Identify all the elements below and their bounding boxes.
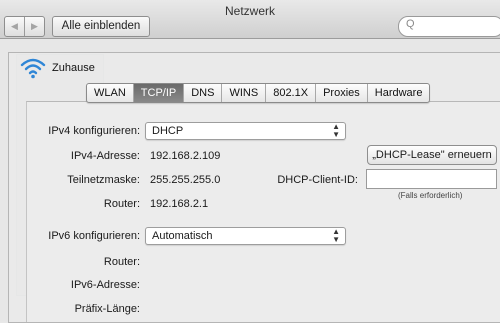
subnet-mask-label: Teilnetzmaske: xyxy=(67,174,140,186)
show-all-button[interactable]: Alle einblenden xyxy=(52,16,150,37)
wifi-icon xyxy=(20,58,46,79)
search-icon: Q xyxy=(406,18,415,30)
nav-back-forward: ◀ ▶ xyxy=(4,16,45,37)
dhcp-client-id-hint: (Falls erforderlich) xyxy=(398,191,463,200)
tab-wlan[interactable]: WLAN xyxy=(87,84,133,102)
tab-proxies[interactable]: Proxies xyxy=(315,84,367,102)
popup-arrows-icon: ▲ ▼ xyxy=(332,122,340,139)
ipv6-router-label: Router: xyxy=(103,256,140,268)
tab-wins[interactable]: WINS xyxy=(221,84,265,102)
network-name: Zuhause xyxy=(52,62,95,74)
ipv4-configure-label: IPv4 konfigurieren: xyxy=(48,125,140,137)
forward-icon[interactable]: ▶ xyxy=(24,17,44,36)
tab-tcpip[interactable]: TCP/IP xyxy=(132,84,184,102)
ipv6-configure-value: Automatisch xyxy=(152,230,213,242)
tab-bar: WLAN TCP/IP DNS WINS 802.1X Proxies Hard… xyxy=(86,83,431,103)
router-label: Router: xyxy=(103,198,140,210)
ipv4-address-label: IPv4-Adresse: xyxy=(70,150,140,162)
ipv4-address-value: 192.168.2.109 xyxy=(150,150,221,162)
ipv6-address-label: IPv6-Adresse: xyxy=(70,279,140,291)
tab-dns[interactable]: DNS xyxy=(183,84,221,102)
ipv4-configure-popup[interactable]: DHCP ▲ ▼ xyxy=(145,122,346,140)
ipv4-configure-value: DHCP xyxy=(152,125,184,137)
dhcp-client-id-label: DHCP-Client-ID: xyxy=(277,174,358,186)
toolbar: Netzwerk ◀ ▶ Alle einblenden Q xyxy=(0,0,500,39)
router-value: 192.168.2.1 xyxy=(150,198,209,210)
tab-8021x[interactable]: 802.1X xyxy=(265,84,315,102)
tab-hardware[interactable]: Hardware xyxy=(366,84,430,102)
dhcp-client-id-field[interactable] xyxy=(366,169,497,189)
search-input[interactable]: Q xyxy=(398,16,500,37)
popup-arrows-icon: ▲ ▼ xyxy=(332,227,340,244)
ipv6-configure-label: IPv6 konfigurieren: xyxy=(48,230,140,242)
renew-dhcp-lease-button[interactable]: „DHCP-Lease" erneuern xyxy=(367,145,497,165)
prefix-length-label: Präfix-Länge: xyxy=(74,303,140,315)
ipv6-configure-popup[interactable]: Automatisch ▲ ▼ xyxy=(145,227,346,245)
back-icon[interactable]: ◀ xyxy=(5,17,24,36)
subnet-mask-value: 255.255.255.0 xyxy=(150,174,221,186)
